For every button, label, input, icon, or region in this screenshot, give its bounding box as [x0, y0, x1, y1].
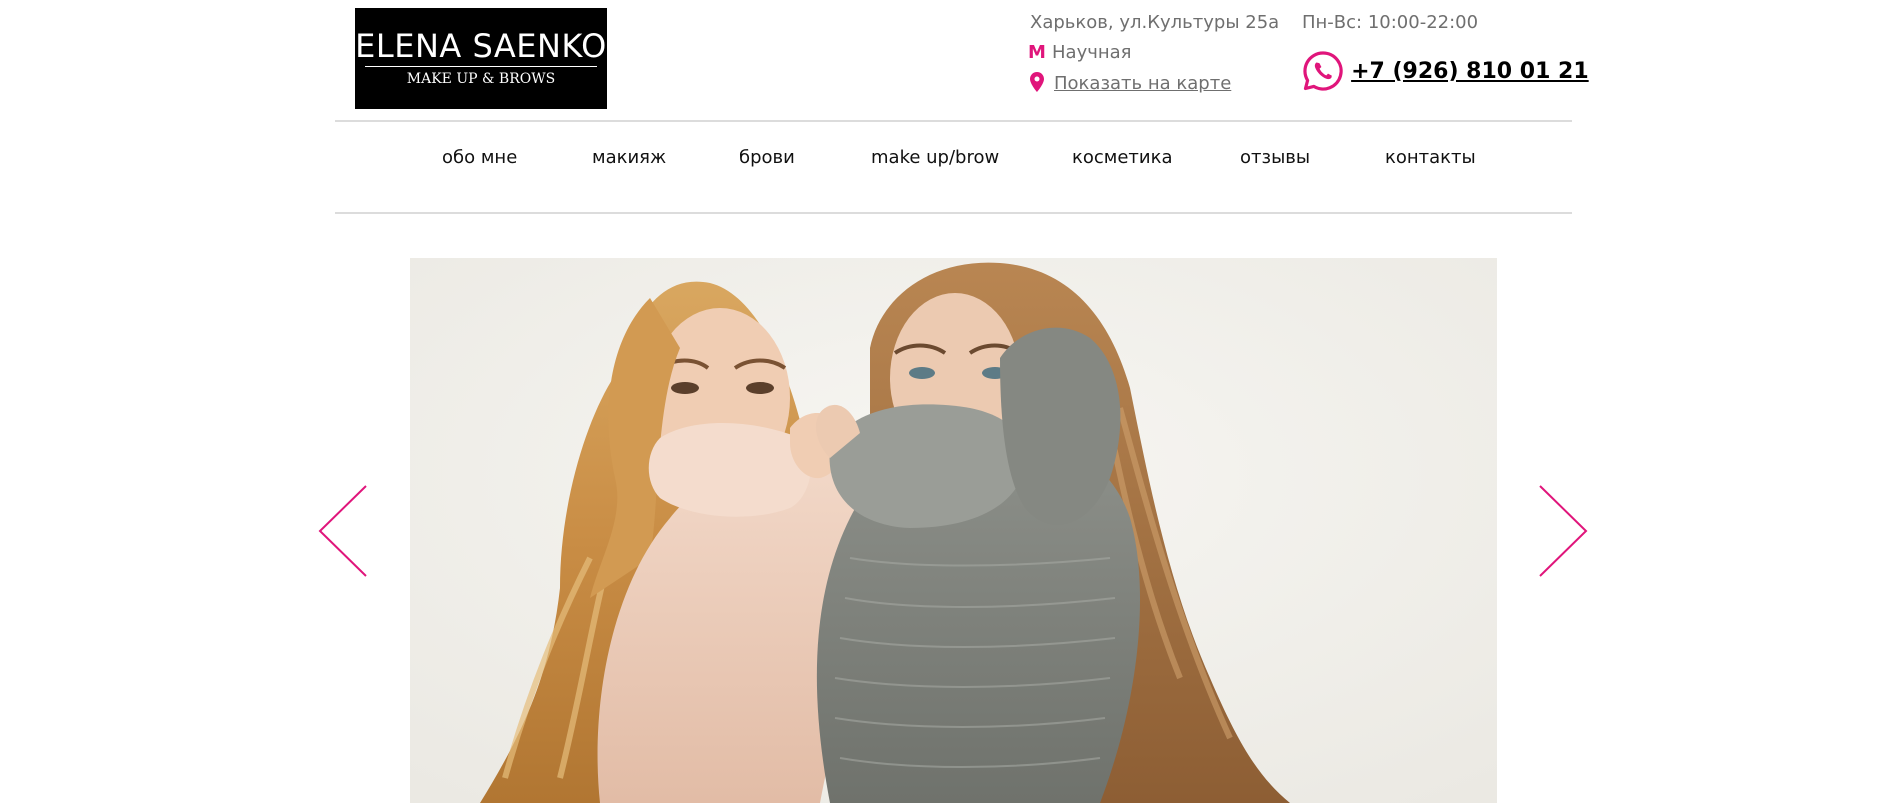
- logo-tagline: MAKE UP & BROWS: [406, 71, 556, 87]
- nav-item-brows[interactable]: брови: [739, 146, 795, 170]
- nav-item-reviews[interactable]: отзывы: [1240, 146, 1310, 170]
- nav-item-cosmetics[interactable]: косметика: [1072, 146, 1173, 170]
- whatsapp-icon[interactable]: [1302, 50, 1344, 92]
- metro-label: Научная: [1052, 42, 1132, 63]
- header-divider-top: [335, 120, 1572, 122]
- slider-next-arrow[interactable]: [1538, 484, 1588, 578]
- metro-icon: М: [1028, 42, 1046, 63]
- show-on-map-link[interactable]: Показать на карте: [1054, 73, 1231, 94]
- hero-slide-image: [410, 258, 1497, 803]
- phone-block: +7 (926) 810 01 21: [1302, 50, 1589, 92]
- nav-item-about[interactable]: обо мне: [442, 146, 517, 170]
- chevron-left-icon: [318, 485, 367, 577]
- address-text: Харьков, ул.Культуры 25а: [1030, 12, 1280, 33]
- nav-item-makeup-brow[interactable]: make up/brow: [871, 146, 999, 170]
- phone-number-link[interactable]: +7 (926) 810 01 21: [1351, 59, 1589, 84]
- map-link-row: Показать на карте: [1030, 72, 1231, 95]
- logo-divider: [365, 66, 597, 67]
- metro-station: М Научная: [1028, 42, 1131, 64]
- chevron-right-icon: [1539, 485, 1588, 577]
- nav-item-contacts[interactable]: контакты: [1385, 146, 1476, 170]
- hero-photo-illustration: [410, 258, 1497, 803]
- logo-title: ELENA SAENKO: [355, 27, 607, 65]
- slider-prev-arrow[interactable]: [318, 484, 368, 578]
- working-hours: Пн-Вс: 10:00-22:00: [1302, 12, 1479, 33]
- logo[interactable]: ELENA SAENKO MAKE UP & BROWS: [355, 8, 607, 109]
- page: ELENA SAENKO MAKE UP & BROWS Харьков, ул…: [0, 0, 1885, 803]
- nav-item-makeup[interactable]: макияж: [592, 146, 666, 170]
- header-divider-bottom: [335, 212, 1572, 214]
- map-pin-icon: [1030, 72, 1054, 95]
